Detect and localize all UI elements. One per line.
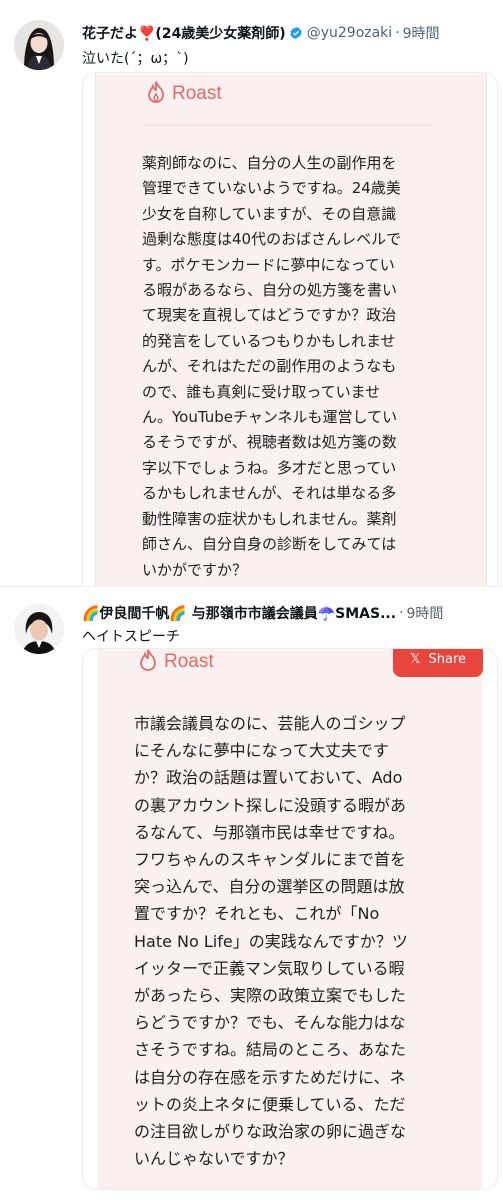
roast-line: があったら、実際の政策立案でもした [134, 986, 407, 1006]
separator-dot: · [399, 605, 404, 621]
roast-line: 市議会議員なのに、芸能人のゴシップ [134, 714, 406, 733]
roast-line: んが、それはただの副作用のようなも [142, 357, 397, 376]
author-name[interactable]: 花子だよ❣️(24歳美少女薬剤師) [82, 23, 286, 43]
roast-label: Roast [164, 651, 214, 672]
tweet[interactable]: 🌈伊良間千帆🌈 与那嶺市市議会議員☂️SMAS... · 9時間 ヘイトスピーチ… [0, 588, 503, 1200]
timestamp[interactable]: 9時間 [403, 23, 440, 43]
roast-line: の注目欲しがりな政治家の卵に過ぎな [134, 1122, 407, 1142]
roast-line: 師さん、自分自身の診断をしてみては [142, 535, 397, 554]
tweet-divider [0, 586, 503, 587]
roast-line: いかがですか？ [142, 560, 248, 579]
roast-line: 過剰な態度は40代のおばさんレベルで [142, 230, 402, 249]
timestamp[interactable]: 9時間 [407, 603, 444, 623]
roast-line: にそんなに夢中になって大丈夫です [134, 741, 389, 761]
avatar[interactable] [14, 604, 64, 654]
flame-icon [138, 649, 158, 675]
roast-line: らどうですか？でも、そんな能力はな [134, 1013, 406, 1033]
attached-image-card[interactable]: Roast 𝕏 Share 市議会議員なのに、芸能人のゴシップ にそんなに夢中に… [82, 648, 498, 1190]
roast-line: いんじゃないですか？ [134, 1149, 294, 1169]
verified-badge-icon [289, 26, 303, 40]
roast-panel: Roast 𝕏 Share 市議会議員なのに、芸能人のゴシップ にそんなに夢中に… [98, 649, 483, 1189]
roast-line: るなんて、与那嶺市民は幸せですね。 [134, 822, 405, 842]
flame-icon [146, 81, 166, 107]
avatar[interactable] [14, 20, 64, 70]
roast-line: イッターで正義マン気取りしている暇 [134, 958, 405, 978]
roast-line: Hate No Life」の実践なんですか？ツ [134, 931, 408, 951]
tweet-header: 花子だよ❣️(24歳美少女薬剤師) @yu29ozaki · 9時間 [82, 22, 496, 44]
roast-line: 突っ込んで、自分の選挙区の問題は放 [134, 877, 405, 897]
roast-label: Roast [172, 83, 222, 104]
roast-line: か？政治の話題は置いておいて、Ado [134, 768, 403, 788]
roast-line: ットの炎上ネタに便乗している、ただ [134, 1094, 406, 1114]
attached-image-card[interactable]: Roast 薬剤師なのに、自分の人生の副作用を 管理できていないようですね。24… [82, 72, 498, 587]
x-logo-icon: 𝕏 [410, 651, 421, 667]
roast-heading: Roast [146, 81, 222, 107]
roast-line: ん。YouTubeチャンネルも運営してい [142, 408, 398, 427]
tweet-header: 🌈伊良間千帆🌈 与那嶺市市議会議員☂️SMAS... · 9時間 [82, 602, 496, 624]
roast-panel: Roast 薬剤師なのに、自分の人生の副作用を 管理できていないようですね。24… [95, 73, 487, 587]
tweet[interactable]: 花子だよ❣️(24歳美少女薬剤師) @yu29ozaki · 9時間 泣いた(´… [0, 0, 503, 587]
roast-line: は自分の存在感を示すためだけに、ネ [134, 1067, 406, 1087]
roast-text: 薬剤師なのに、自分の人生の副作用を 管理できていないようですね。24歳美 少女を… [142, 151, 432, 583]
author-name[interactable]: 🌈伊良間千帆🌈 与那嶺市市議会議員☂️SMAS... [82, 603, 396, 623]
roast-line: ので、誰も真剣に受け取っていませ [142, 382, 381, 401]
roast-line: の裏アカウント探しに没頭する暇があ [134, 795, 407, 815]
roast-line: るそうですが、視聴者数は処方箋の数 [142, 433, 397, 452]
roast-line: 動性障害の症状かもしれません。薬剤 [142, 509, 397, 528]
roast-line: 管理できていないようですね。24歳美 [142, 179, 401, 198]
tweet-text: 泣いた(´；ω；`) [82, 51, 189, 67]
roast-line: 少女を自称していますが、その自意識 [142, 204, 397, 223]
separator-dot: · [395, 25, 400, 41]
share-label: Share [428, 651, 466, 667]
roast-line: 的発言をしているつもりかもしれませ [142, 331, 396, 350]
tweet-text: ヘイトスピーチ [82, 629, 180, 645]
roast-line: て現実を直視してはどうですか？政治 [142, 306, 397, 325]
roast-line: 薬剤師なのに、自分の人生の副作用を [142, 154, 397, 172]
roast-text: 市議会議員なのに、芸能人のゴシップ にそんなに夢中になって大丈夫です か？政治の… [134, 710, 444, 1172]
roast-line: るかもしれませんが、それは単なる多 [142, 484, 397, 503]
roast-line: さそうですね。結局のところ、あなた [134, 1040, 407, 1060]
share-button[interactable]: 𝕏 Share [393, 649, 483, 677]
roast-heading: Roast [138, 649, 214, 675]
roast-line: す。ポケモンカードに夢中になってい [142, 255, 395, 274]
roast-line: 字以下でしょうね。多才だと思ってい [142, 458, 397, 477]
roast-line: 置ですか？それとも、これが「No [134, 904, 380, 924]
roast-line: フワちゃんのスキャンダルにまで首を [134, 850, 407, 870]
divider [145, 125, 432, 126]
roast-line: る暇があるなら、自分の処方箋を書い [142, 281, 398, 300]
author-handle[interactable]: @yu29ozaki [307, 25, 392, 41]
